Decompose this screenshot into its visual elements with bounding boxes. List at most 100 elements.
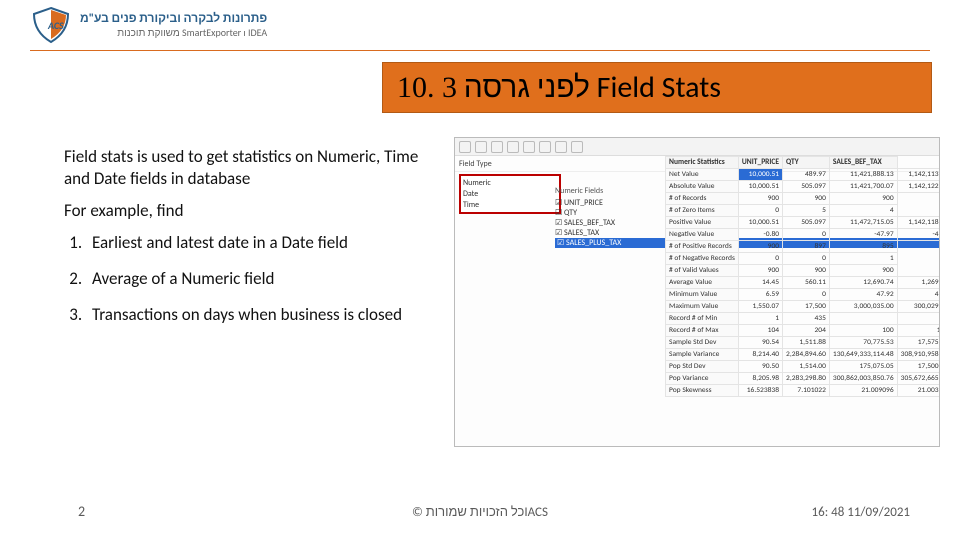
toolbar-icon (507, 141, 519, 153)
stat-value: 900 (829, 193, 897, 205)
list-item: Average of a Numeric field (86, 268, 434, 290)
stat-label: Minimum Value (666, 289, 739, 301)
stat-value: 10,000.51 (738, 181, 782, 193)
header-divider (30, 50, 930, 51)
logo-text: פתרונות לבקרה וביקורת פנים בע"מ SmartExp… (80, 11, 267, 39)
stat-value: 1,550.07 (738, 301, 782, 313)
stat-value (829, 313, 897, 325)
stat-label: Maximum Value (666, 301, 739, 313)
stat-value: 0 (738, 253, 782, 265)
logo-block: ACS פתרונות לבקרה וביקורת פנים בע"מ Smar… (30, 6, 267, 44)
stat-value: 100 (829, 325, 897, 337)
stat-value: 5 (783, 205, 830, 217)
stat-value: 2,284,894.60 (783, 349, 830, 361)
example-list: Earliest and latest date in a Date field… (86, 232, 434, 326)
toolbar-icon (555, 141, 567, 153)
stat-value: 104 (738, 325, 782, 337)
stat-value: 435 (783, 313, 830, 325)
stat-label: Positive Value (666, 217, 739, 229)
stat-value: 900 (738, 241, 782, 253)
stat-label: Pop Std Dev (666, 361, 739, 373)
stat-value: 11,421,700.07 (829, 181, 897, 193)
stat-value: 1,511.88 (783, 337, 830, 349)
stat-value: 2,283,298.80 (783, 373, 830, 385)
stat-value: 17,500 (783, 301, 830, 313)
stat-value: 900 (783, 193, 830, 205)
stat-label: Absolute Value (666, 181, 739, 193)
stat-value: 505.097 (783, 217, 830, 229)
stat-value: 0 (738, 205, 782, 217)
stat-value: 12,690.74 (829, 277, 897, 289)
stat-value: 900 (783, 265, 830, 277)
stat-value: 90.50 (738, 361, 782, 373)
stat-value: 308,910,958.50 (897, 349, 940, 361)
toolbar-icon (571, 141, 583, 153)
stat-value: -0.80 (738, 229, 782, 241)
stat-value: 560.11 (783, 277, 830, 289)
title-number: 10. 3 (397, 71, 457, 104)
stat-label: Record # of Max (666, 325, 739, 337)
stat-value: 11,421,888.13 (829, 169, 897, 181)
body-text: Field stats is used to get statistics on… (64, 146, 434, 341)
stat-value: 204 (783, 325, 830, 337)
stats-grid: Numeric Statistics UNIT_PRICE QTY SALES_… (665, 156, 939, 446)
col-header: SALES_BEF_TAX (829, 157, 897, 169)
stat-label: Net Value (666, 169, 739, 181)
screenshot-panel: Field Type Numeric Date Time Numeric Fie… (454, 137, 940, 447)
stat-value: 0 (783, 253, 830, 265)
stat-value (897, 313, 940, 325)
stat-value: 17,500.24 (897, 361, 940, 373)
toolbar-icon (491, 141, 503, 153)
stat-value: 505.097 (783, 181, 830, 193)
stat-value: 897 (783, 241, 830, 253)
stat-value: 10,000.51 (738, 169, 782, 181)
col-header: QTY (783, 157, 830, 169)
stat-value: 17,575.00 (897, 337, 940, 349)
col-header: Numeric Statistics (666, 157, 739, 169)
stat-value: 21.003.67 (897, 385, 940, 397)
stat-value: 90.54 (738, 337, 782, 349)
stat-value: 175,075.05 (829, 361, 897, 373)
stat-label: # of Positive Records (666, 241, 739, 253)
stat-value: 11,472,715.05 (829, 217, 897, 229)
example-lead: For example, find (64, 200, 434, 222)
stat-label: Average Value (666, 277, 739, 289)
list-item: Transactions on days when business is cl… (86, 304, 434, 326)
stat-value: 900 (738, 193, 782, 205)
stat-value: 14.45 (738, 277, 782, 289)
stat-label: # of Zero Items (666, 205, 739, 217)
stat-value: 70,775.53 (829, 337, 897, 349)
stat-value: 895 (829, 241, 897, 253)
stat-value: 1 (829, 253, 897, 265)
stat-value: 3,000,035.00 (829, 301, 897, 313)
stat-value: 1,142,118.10 (897, 217, 940, 229)
stat-value: 0 (783, 289, 830, 301)
stat-label: Pop Variance (666, 373, 739, 385)
stat-value: 47.92 (829, 289, 897, 301)
stat-value: 0 (783, 229, 830, 241)
stat-value: 6.59 (738, 289, 782, 301)
toolbar-icon (523, 141, 535, 153)
toolbar-icon (475, 141, 487, 153)
toolbar-icon (459, 141, 471, 153)
logo-line1: פתרונות לבקרה וביקורת פנים בע"מ (80, 11, 267, 26)
stat-label: # of Negative Records (666, 253, 739, 265)
stat-value: 1,269.01 (897, 277, 940, 289)
field-type-label: Field Type (459, 159, 519, 169)
footer-datetime: 16: 48 11/09/2021 (812, 505, 910, 520)
field-type-option: Date (463, 189, 557, 200)
field-type-option: Time (463, 200, 557, 211)
stat-value: 8,214.40 (738, 349, 782, 361)
stat-value: 1,142,113.87 (897, 169, 940, 181)
stat-label: # of Valid Values (666, 265, 739, 277)
stat-label: Sample Std Dev (666, 337, 739, 349)
stat-value: 21.009096 (829, 385, 897, 397)
stat-value: 4 (829, 205, 897, 217)
svg-text:ACS: ACS (47, 19, 64, 32)
stat-value: 100 (897, 325, 940, 337)
field-type-box: Numeric Date Time (459, 174, 561, 214)
title-english: Field Stats (597, 69, 721, 106)
col-header: UNIT_PRICE (738, 157, 782, 169)
stat-label: Sample Variance (666, 349, 739, 361)
stat-value: -4.75 (897, 229, 940, 241)
